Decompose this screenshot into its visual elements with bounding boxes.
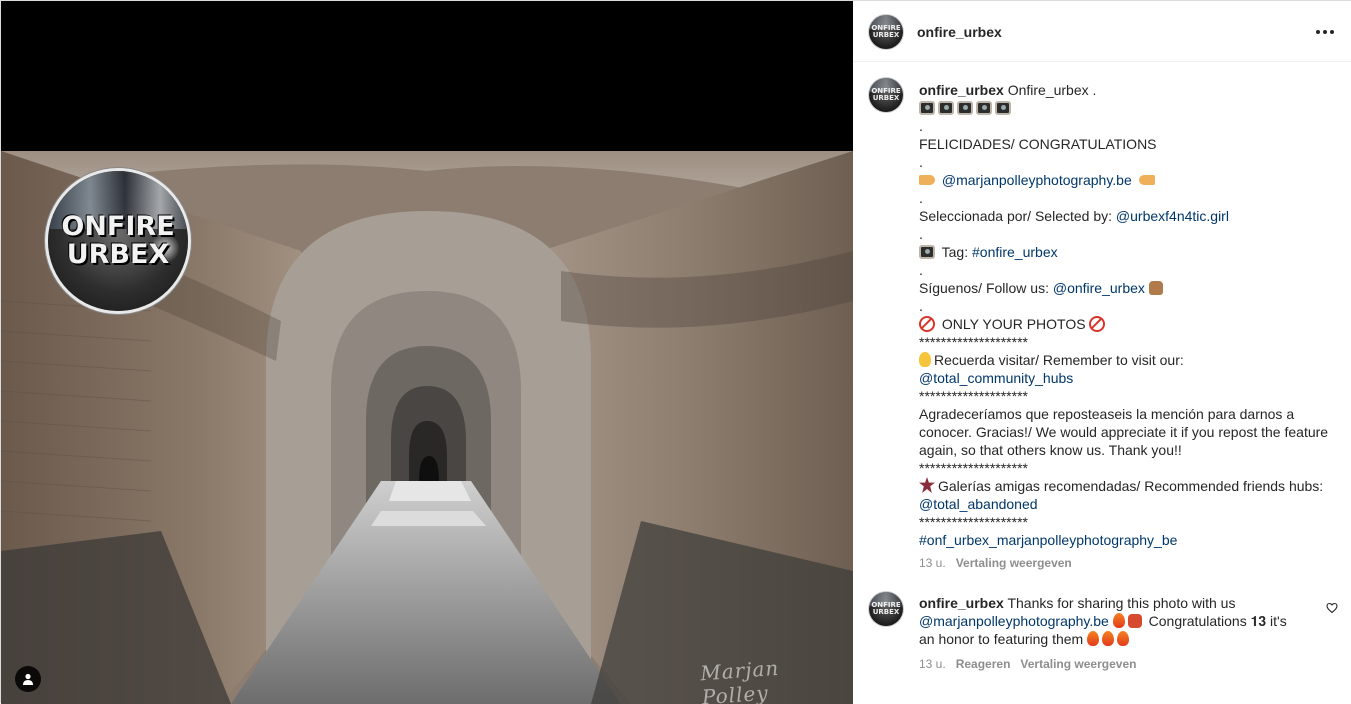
hashtag-link[interactable]: #onfire_urbex	[972, 244, 1058, 260]
only-photos-text: ONLY YOUR PHOTOS	[941, 316, 1086, 332]
caption-stars: ********************	[919, 514, 1028, 530]
logo-text-line2: URBEX	[66, 239, 170, 270]
selected-by-label: Seleccionada por/ Selected by:	[919, 208, 1116, 224]
star-icon	[919, 477, 935, 493]
tagged-users-button[interactable]	[15, 666, 41, 692]
lightbulb-icon	[919, 352, 931, 367]
camera-icon	[919, 245, 935, 259]
caption-stars: ********************	[919, 388, 1028, 404]
pointing-right-icon	[919, 175, 935, 185]
repost-text: Agradeceríamos que reposteaseis la menci…	[919, 406, 1329, 458]
caption-intro: Onfire_urbex .	[1007, 82, 1097, 98]
post-side-panel: ONFIRE URBEX onfire_urbex ONFIRE URBEX onf…	[853, 1, 1351, 704]
caption-time[interactable]: 13 u.	[919, 556, 946, 570]
tag-label: Tag:	[941, 244, 972, 260]
camera-icon	[995, 101, 1011, 115]
onfire-urbex-logo-watermark: ONFIRE URBEX	[48, 171, 188, 311]
fire-icon	[1117, 631, 1130, 646]
logo-text-line1: ONFIRE	[61, 211, 175, 242]
no-entry-icon	[1089, 316, 1106, 332]
comment-username-link[interactable]: onfire_urbex	[919, 595, 1004, 611]
author-username-link[interactable]: onfire_urbex	[917, 24, 1002, 40]
comment-meta: 13 u. Reageren Vertaling weergeven	[919, 657, 1136, 671]
camera-icon	[938, 101, 954, 115]
author-avatar[interactable]: ONFIRE URBEX	[869, 15, 903, 49]
caption-meta: 13 u. Vertaling weergeven	[919, 556, 1072, 570]
more-horizontal-icon	[1316, 30, 1334, 34]
flexed-biceps-icon	[1127, 614, 1142, 628]
fire-icon	[1102, 631, 1115, 646]
heart-icon	[1326, 602, 1338, 614]
pointing-left-icon	[1138, 175, 1155, 185]
caption-dot: .	[919, 226, 923, 242]
comment-text3: an honor to featuring them	[919, 631, 1084, 647]
caption-dot: .	[919, 118, 923, 134]
camera-icon	[919, 101, 935, 115]
follow-label: Síguenos/ Follow us:	[919, 280, 1053, 296]
post-dialog: ONFIRE URBEX Marjan Polley ONFIRE URBEX o…	[0, 0, 1351, 704]
final-hashtag-link[interactable]: #onf_urbex_marjanpolleyphotography_be	[919, 532, 1177, 548]
post-caption: onfire_urbex Onfire_urbex . . FELICIDADE…	[919, 81, 1329, 549]
comment-time[interactable]: 13 u.	[919, 657, 946, 671]
caption-dot: .	[919, 298, 923, 314]
friends-hub-link[interactable]: @total_abandoned	[919, 496, 1038, 512]
camera-icon	[957, 101, 973, 115]
fire-icon	[1087, 631, 1100, 646]
camera-icon	[976, 101, 992, 115]
caption-username-link[interactable]: onfire_urbex	[919, 82, 1004, 98]
caption-dot: .	[919, 262, 923, 278]
photographer-signature: Marjan Polley	[699, 655, 780, 704]
friends-label: Galerías amigas recomendadas/ Recommende…	[938, 478, 1324, 494]
community-hubs-link[interactable]: @total_community_hubs	[919, 370, 1073, 386]
user-icon	[23, 673, 33, 685]
caption-stars: ********************	[919, 334, 1028, 350]
featured-user-link[interactable]: @marjanpolleyphotography.be	[942, 172, 1132, 188]
caption-see-translation-button[interactable]: Vertaling weergeven	[956, 556, 1072, 570]
comment-mention-link[interactable]: @marjanpolleyphotography.be	[919, 613, 1109, 629]
caption-dot: .	[919, 190, 923, 206]
fire-icon	[1112, 613, 1125, 628]
comment-text1: Thanks for sharing this photo with us	[1007, 595, 1236, 611]
post-media[interactable]: ONFIRE URBEX Marjan Polley	[1, 1, 853, 704]
comment-see-translation-button[interactable]: Vertaling weergeven	[1020, 657, 1136, 671]
follow-user-link[interactable]: @onfire_urbex	[1053, 280, 1145, 296]
no-entry-icon	[919, 316, 935, 332]
like-comment-button[interactable]	[1326, 601, 1340, 615]
reply-button[interactable]: Reageren	[956, 657, 1011, 671]
comment-author-avatar[interactable]: ONFIRE URBEX	[869, 592, 903, 626]
caption-author-avatar[interactable]: ONFIRE URBEX	[869, 78, 903, 112]
camera-emoji-row	[919, 99, 1329, 117]
caption-dot: .	[919, 154, 923, 170]
comment: onfire_urbex Thanks for sharing this pho…	[919, 594, 1319, 648]
comment-text2: Congratulations 𝟏𝟑 it's	[1148, 613, 1287, 629]
more-options-button[interactable]	[1313, 21, 1337, 43]
selected-by-user-link[interactable]: @urbexf4n4tic.girl	[1116, 208, 1229, 224]
caption-congrats: FELICIDADES/ CONGRATULATIONS	[919, 136, 1157, 152]
post-header: ONFIRE URBEX onfire_urbex	[853, 1, 1351, 62]
thumbs-up-icon	[1148, 281, 1163, 295]
caption-stars: ********************	[919, 460, 1028, 476]
remember-label: Recuerda visitar/ Remember to visit our:	[934, 352, 1184, 368]
